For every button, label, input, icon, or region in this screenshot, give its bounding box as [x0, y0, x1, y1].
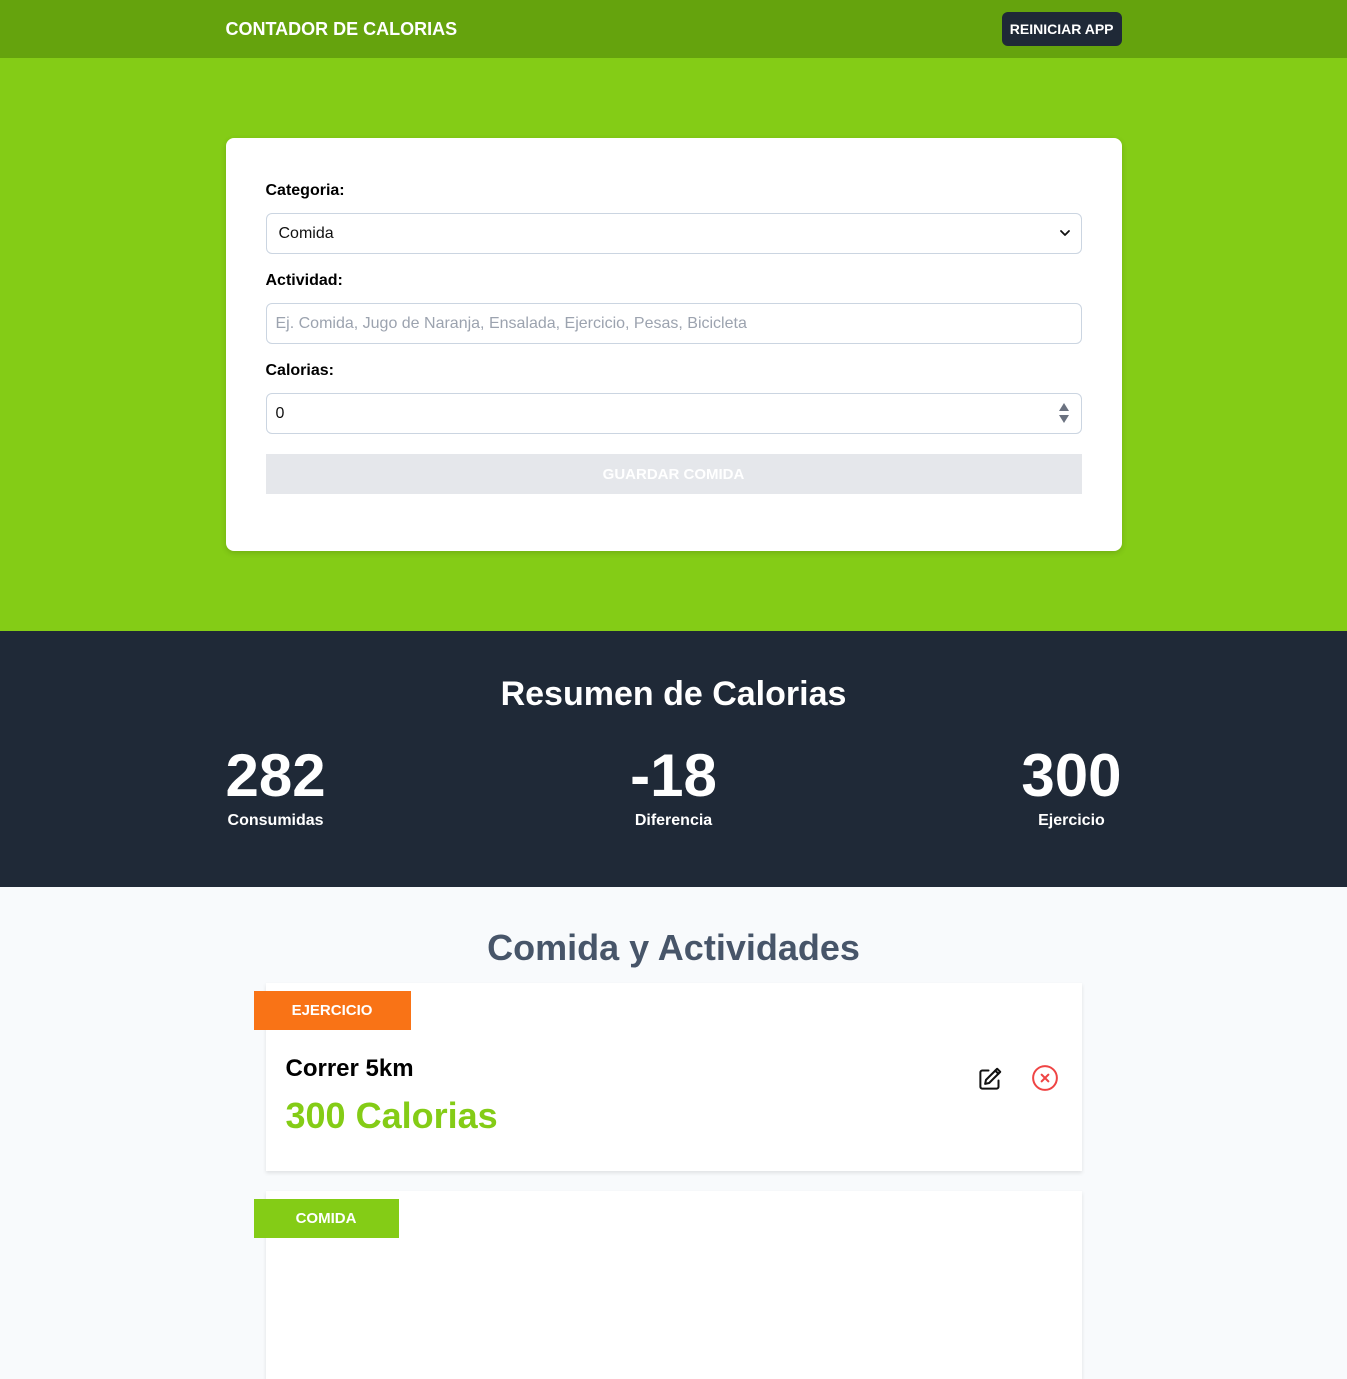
- calories-input-value: 0: [275, 404, 285, 422]
- stat-difference: -18 Diferencia: [630, 744, 717, 830]
- activity-card: COMIDA: [253, 1191, 1082, 1379]
- category-badge: EJERCICIO: [253, 991, 411, 1030]
- chevron-down-icon: [1059, 230, 1070, 236]
- category-field: Categoria: Comida: [265, 182, 1082, 254]
- stat-consumed-value: 282: [225, 742, 326, 809]
- activity-name: Correr 5km: [285, 1055, 414, 1082]
- activity-calories: 300 Calorias: [285, 1095, 498, 1136]
- activity-card: EJERCICIO Correr 5km 300 Calorias: [253, 983, 1082, 1171]
- delete-button[interactable]: [1030, 1063, 1060, 1093]
- activity-input-placeholder: Ej. Comida, Jugo de Naranja, Ensalada, E…: [275, 314, 747, 332]
- activity-input[interactable]: Ej. Comida, Jugo de Naranja, Ensalada, E…: [265, 303, 1082, 344]
- summary-stats: 282 Consumidas -18 Diferencia 300 Ejerci…: [226, 744, 1122, 830]
- category-select[interactable]: Comida: [265, 213, 1082, 254]
- stat-consumed: 282 Consumidas: [226, 744, 326, 830]
- stepper-up-icon[interactable]: [1058, 403, 1069, 411]
- activity-field: Actividad: Ej. Comida, Jugo de Naranja, …: [265, 272, 1082, 344]
- save-activity-button[interactable]: GUARDAR COMIDA: [265, 454, 1082, 494]
- category-label: Categoria:: [265, 182, 345, 199]
- app-title: CONTADOR DE CALORIAS: [225, 18, 458, 39]
- category-select-value: Comida: [278, 224, 334, 242]
- activity-form: Categoria: Comida Actividad: Ej. Comida,…: [225, 138, 1122, 551]
- calorie-summary: Resumen de Calorias 282 Consumidas -18 D…: [0, 631, 1347, 887]
- pencil-square-icon: [978, 1067, 1001, 1090]
- stat-exercise-label: Ejercicio: [1038, 812, 1105, 829]
- activity-actions: [976, 1063, 1060, 1093]
- app-header: CONTADOR DE CALORIAS REINICIAR APP: [0, 0, 1347, 58]
- edit-button[interactable]: [976, 1063, 1006, 1093]
- stat-difference-label: Diferencia: [634, 812, 713, 829]
- calories-input[interactable]: 0: [265, 393, 1082, 434]
- reset-app-button[interactable]: REINICIAR APP: [1001, 12, 1122, 46]
- activities-title: Comida y Actividades: [487, 927, 860, 968]
- activities-section: Comida y Actividades EJERCICIO Correr 5k…: [0, 887, 1347, 1379]
- form-section: Categoria: Comida Actividad: Ej. Comida,…: [0, 58, 1347, 631]
- summary-title: Resumen de Calorias: [500, 675, 847, 713]
- calories-field: Calorias: 0: [265, 362, 1082, 434]
- calories-label: Calorias:: [265, 362, 334, 379]
- stat-difference-value: -18: [630, 742, 717, 809]
- category-badge: COMIDA: [253, 1199, 399, 1238]
- number-stepper[interactable]: [1058, 403, 1069, 423]
- activity-label: Actividad:: [265, 272, 343, 289]
- stepper-down-icon[interactable]: [1058, 415, 1069, 423]
- x-circle-icon: [1031, 1065, 1058, 1091]
- stat-exercise: 300 Ejercicio: [1021, 744, 1121, 830]
- header-inner: CONTADOR DE CALORIAS REINICIAR APP: [226, 12, 1122, 46]
- stat-exercise-value: 300: [1021, 742, 1122, 809]
- stat-consumed-label: Consumidas: [227, 812, 324, 829]
